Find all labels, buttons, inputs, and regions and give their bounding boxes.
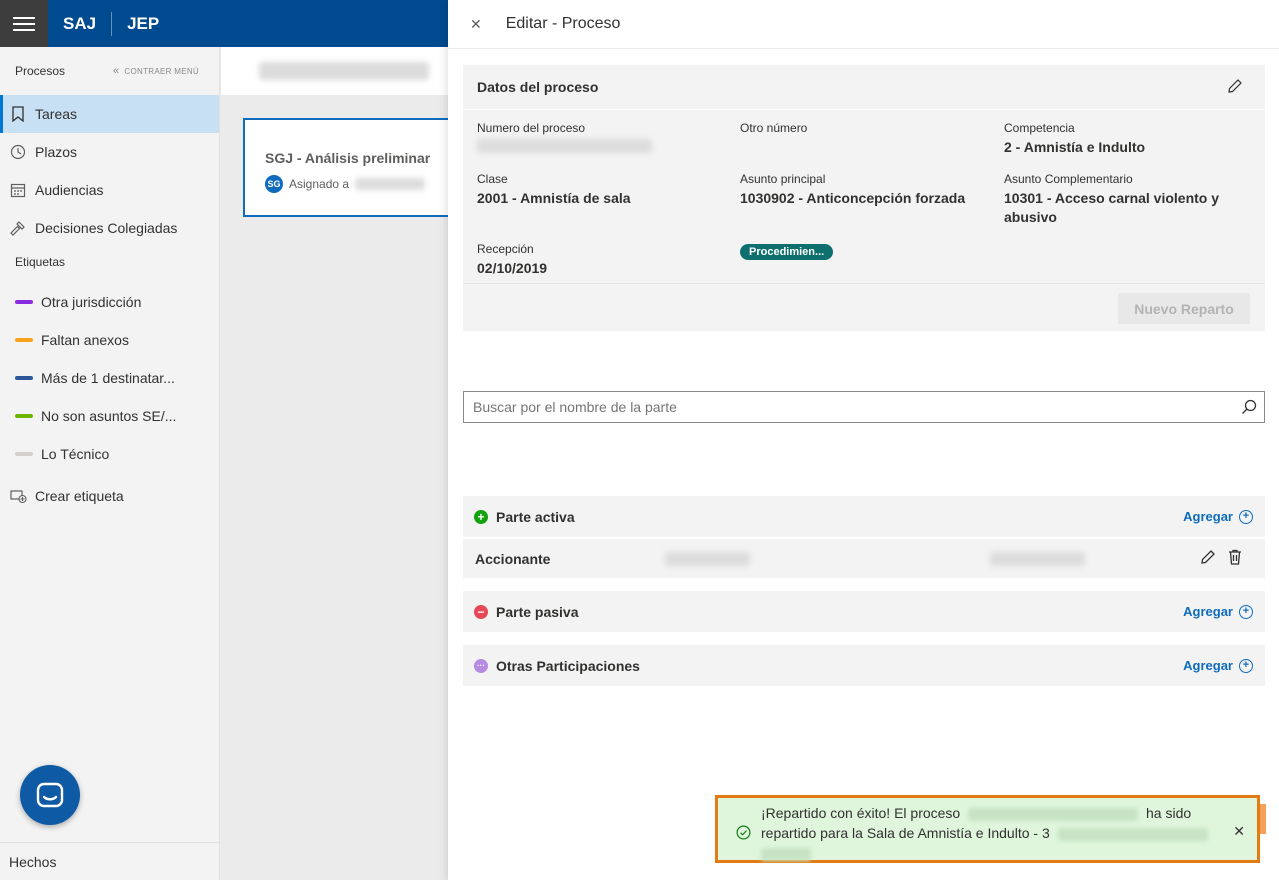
process-data-header: Datos del proceso	[463, 65, 1265, 110]
agregar-otras-button[interactable]: Agregar +	[1183, 658, 1253, 673]
tag-faltan-anexos[interactable]: Faltan anexos	[0, 321, 219, 359]
sidebar-header: Procesos «CONTRAER MENÚ	[0, 47, 219, 95]
chat-launcher-button[interactable]	[20, 765, 80, 825]
status-badge: Procedimien...	[740, 244, 834, 260]
group-title: Parte activa	[496, 508, 575, 525]
field-recepcion: Recepción 02/10/2019	[477, 242, 548, 276]
nuevo-reparto-button[interactable]: Nuevo Reparto	[1118, 293, 1250, 324]
sidebar-footer-hechos[interactable]: Hechos	[0, 842, 219, 880]
task-title: SGJ - Análisis preliminar	[265, 150, 431, 166]
more-circle-icon: ···	[474, 658, 488, 673]
process-data-card: Datos del proceso Numero del proceso Otr…	[463, 65, 1265, 331]
add-circle-icon: +	[474, 509, 488, 524]
collapse-menu-button[interactable]: «CONTRAER MENÚ	[113, 65, 199, 77]
process-data-title: Datos del proceso	[477, 79, 599, 95]
party-search-input[interactable]	[473, 399, 1234, 415]
top-bar: SAJ JEP	[0, 0, 448, 47]
field-numero-proceso: Numero del proceso	[477, 121, 652, 153]
group-title: Parte pasiva	[496, 603, 579, 620]
add-tag-icon	[9, 487, 27, 505]
menu-button[interactable]	[0, 0, 48, 47]
sidebar-title: Procesos	[15, 64, 66, 78]
group-title: Otras Participaciones	[496, 657, 640, 674]
field-clase: Clase 2001 - Amnistía de sala	[477, 172, 631, 206]
sidebar-item-plazos[interactable]: Plazos	[0, 133, 219, 171]
plus-circle-icon: +	[1239, 509, 1253, 524]
redacted-assignee	[355, 178, 426, 190]
sidebar: Procesos «CONTRAER MENÚ Tareas Plazos Au…	[0, 47, 220, 880]
calendar-icon	[9, 181, 27, 199]
close-icon[interactable]: ✕	[470, 16, 482, 33]
edit-pencil-icon[interactable]	[1227, 78, 1243, 97]
tags-section-title: Etiquetas	[15, 255, 66, 269]
list-toolbar	[221, 47, 448, 95]
redacted-party-id	[990, 551, 1085, 566]
toast-message: ¡Repartido con éxito! El proceso ha sido…	[761, 803, 1225, 863]
redacted-filter	[259, 62, 429, 80]
tag-mas-de-1-destinatario[interactable]: Más de 1 destinatar...	[0, 359, 219, 397]
create-tag-button[interactable]: Crear etiqueta	[0, 477, 219, 515]
group-parte-activa: + Parte activa Agregar +	[463, 496, 1265, 537]
field-competencia: Competencia 2 - Amnistía e Indulto	[1004, 121, 1146, 155]
clock-icon	[9, 143, 27, 161]
tag-color-swatch	[15, 452, 33, 456]
brand-saj[interactable]: SAJ	[48, 14, 111, 34]
brand-jep[interactable]: JEP	[112, 14, 174, 34]
redacted-sala	[1057, 827, 1208, 841]
party-row-accionante: Accionante	[463, 538, 1265, 578]
field-asunto-complementario: Asunto Complementario 10301 - Acceso car…	[1004, 172, 1220, 225]
task-assignee: SG Asignado a	[265, 175, 426, 193]
panel-title: Editar - Proceso	[505, 15, 621, 32]
gavel-icon	[9, 219, 27, 237]
hamburger-icon	[13, 16, 35, 19]
panel-header: ✕ Editar - Proceso	[448, 0, 1279, 49]
tag-color-swatch	[15, 300, 33, 304]
sidebar-item-audiencias[interactable]: Audiencias	[0, 171, 219, 209]
tag-lo-tecnico[interactable]: Lo Técnico	[0, 435, 219, 473]
avatar: SG	[265, 175, 283, 193]
redacted-sala-suffix	[761, 847, 811, 861]
tag-no-son-asuntos[interactable]: No son asuntos SE/...	[0, 397, 219, 435]
plus-circle-icon: +	[1239, 604, 1253, 619]
agregar-parte-activa-button[interactable]: Agregar +	[1183, 509, 1253, 524]
edit-pencil-icon[interactable]	[1200, 549, 1216, 568]
agregar-parte-pasiva-button[interactable]: Agregar +	[1183, 604, 1253, 619]
procedure-badge[interactable]: Procedimien...	[740, 243, 834, 260]
double-chevron-left-icon: «	[113, 65, 120, 77]
remove-circle-icon: −	[474, 604, 488, 619]
delete-trash-icon[interactable]	[1228, 549, 1242, 568]
plus-circle-icon: +	[1239, 658, 1253, 673]
edit-process-panel: ✕ Editar - Proceso Datos del proceso Num…	[448, 0, 1279, 880]
close-icon[interactable]: ✕	[1233, 823, 1245, 840]
group-otras-participaciones: ··· Otras Participaciones Agregar +	[463, 645, 1265, 686]
search-icon[interactable]	[1234, 399, 1264, 415]
redacted-party-name	[665, 551, 750, 566]
field-asunto-principal: Asunto principal 1030902 - Anticoncepció…	[740, 172, 966, 206]
success-toast: ¡Repartido con éxito! El proceso ha sido…	[715, 795, 1260, 863]
party-role: Accionante	[475, 550, 551, 567]
divider	[463, 283, 1265, 284]
task-card[interactable]: SGJ - Análisis preliminar SG Asignado a	[243, 118, 453, 217]
sidebar-item-tareas[interactable]: Tareas	[0, 95, 219, 133]
tag-color-swatch	[15, 338, 33, 342]
redacted-process-number	[477, 139, 652, 153]
tag-color-swatch	[15, 376, 33, 380]
redacted-process-number	[968, 807, 1139, 821]
group-parte-pasiva: − Parte pasiva Agregar +	[463, 591, 1265, 632]
tag-otra-jurisdiccion[interactable]: Otra jurisdicción	[0, 283, 219, 321]
field-otro-numero: Otro número	[740, 121, 808, 135]
sidebar-item-decisiones-colegiadas[interactable]: Decisiones Colegiadas	[0, 209, 219, 247]
party-search-box[interactable]	[463, 391, 1265, 423]
hidden-button-edge	[1260, 804, 1266, 834]
bookmark-icon	[9, 105, 27, 123]
tag-color-swatch	[15, 414, 33, 418]
check-circle-icon	[736, 825, 751, 843]
chat-icon	[36, 782, 64, 808]
